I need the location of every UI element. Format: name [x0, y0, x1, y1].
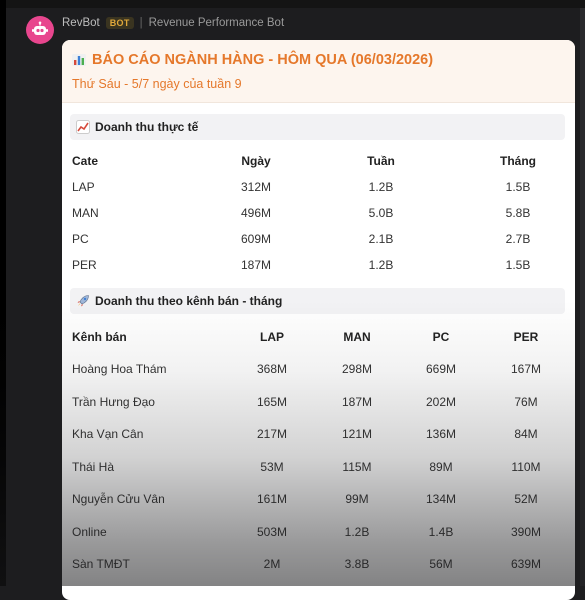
- table-cell: 312M: [240, 180, 272, 194]
- table-cell: 167M: [510, 362, 542, 376]
- bot-badge: BOT: [105, 17, 134, 29]
- table-cell: Hoàng Hoa Thám: [72, 362, 167, 376]
- table-cell: 503M: [256, 524, 288, 539]
- table-cell: 134M: [425, 492, 457, 506]
- table-cell: 1.2B: [344, 524, 370, 539]
- column-header: Ngày: [241, 154, 271, 168]
- table-row: LAP 312M 1.2B 1.5B: [62, 180, 575, 200]
- section-actual-revenue-header: Doanh thu thực tế: [70, 114, 565, 140]
- table-cell: MAN: [72, 206, 99, 220]
- scrollbar[interactable]: [580, 8, 585, 586]
- table-cell: 368M: [256, 362, 288, 376]
- table-cell: 52M: [514, 492, 538, 506]
- section-channel-revenue-header: Doanh thu theo kênh bán - tháng: [70, 288, 565, 314]
- table-cell: 99M: [345, 492, 369, 506]
- table-cell: LAP: [72, 180, 95, 194]
- bot-avatar[interactable]: [26, 16, 54, 44]
- report-title-text: BÁO CÁO NGÀNH HÀNG - HÔM QUA (06/03/2026…: [92, 52, 434, 68]
- table-cell: 89M: [429, 459, 453, 474]
- report-title: BÁO CÁO NGÀNH HÀNG - HÔM QUA (06/03/2026…: [72, 52, 433, 68]
- table-cell: 187M: [240, 258, 272, 272]
- section-channel-revenue-title: Doanh thu theo kênh bán - tháng: [95, 294, 283, 308]
- table-cell: 2.1B: [368, 232, 394, 246]
- bot-name[interactable]: RevBot: [62, 17, 100, 29]
- column-header: Cate: [72, 154, 99, 168]
- table-row: Thái Hà 53M 115M 89M 110M: [62, 460, 575, 480]
- header-separator: |: [139, 17, 143, 29]
- table-cell: Kha Vạn Cân: [72, 427, 144, 441]
- column-header: MAN: [343, 330, 371, 344]
- table-cell: 161M: [256, 492, 288, 506]
- table-header-row: Cate Ngày Tuần Tháng: [62, 154, 575, 174]
- table-cell: 121M: [341, 427, 373, 441]
- table-cell: 1.2B: [368, 258, 394, 272]
- table-cell: Trần Hưng Đạo: [72, 394, 155, 409]
- column-header: Tháng: [500, 154, 536, 168]
- table-cell: 217M: [256, 427, 288, 441]
- table-row: PER 187M 1.2B 1.5B: [62, 258, 575, 278]
- table-cell: 165M: [256, 394, 288, 409]
- table-row: Kha Vạn Cân 217M 121M 136M 84M: [62, 427, 575, 447]
- table-cell: Nguyễn Cửu Vân: [72, 492, 165, 506]
- table-cell: PC: [72, 232, 89, 246]
- bar-chart-icon: [72, 54, 86, 66]
- table-row: PC 609M 2.1B 2.7B: [62, 232, 575, 252]
- column-header: Kênh bán: [72, 330, 127, 344]
- table-cell: 390M: [510, 524, 542, 539]
- table-row: Trần Hưng Đạo 165M 187M 202M 76M: [62, 395, 575, 415]
- table-cell: Online: [72, 524, 107, 539]
- section-actual-revenue-title: Doanh thu thực tế: [95, 120, 199, 134]
- column-header: Tuần: [367, 154, 395, 168]
- table-cell: 136M: [425, 427, 457, 441]
- table-cell: Thái Hà: [72, 459, 115, 474]
- table-cell: 609M: [240, 232, 272, 246]
- chart-increasing-icon: [76, 120, 90, 134]
- table-cell: 202M: [425, 394, 457, 409]
- robot-icon: [32, 21, 48, 35]
- table-cell: 187M: [341, 394, 373, 409]
- report-card: BÁO CÁO NGÀNH HÀNG - HÔM QUA (06/03/2026…: [62, 40, 575, 600]
- table-cell: 76M: [514, 394, 538, 409]
- table-cell: 110M: [511, 459, 541, 474]
- table-cell: 2.7B: [505, 232, 531, 246]
- window-top-strip: [0, 0, 585, 8]
- report-subtitle: Thứ Sáu - 5/7 ngày của tuần 9: [72, 77, 242, 91]
- table-cell: 3.8B: [344, 557, 370, 571]
- message-header: RevBot BOT | Revenue Performance Bot: [62, 17, 284, 29]
- window-left-edge: [0, 0, 6, 586]
- table-cell: 669M: [425, 362, 457, 376]
- report-header: BÁO CÁO NGÀNH HÀNG - HÔM QUA (06/03/2026…: [62, 40, 575, 103]
- table-cell: 115M: [342, 459, 372, 474]
- table-cell: 1.5B: [505, 180, 531, 194]
- table-cell: 1.4B: [428, 524, 454, 539]
- rocket-icon: [77, 295, 89, 307]
- table-row: Hoàng Hoa Thám 368M 298M 669M 167M: [62, 362, 575, 382]
- table-cell: 1.5B: [505, 258, 531, 272]
- table-cell: Sàn TMĐT: [72, 557, 130, 571]
- table-row: Sàn TMĐT 2M 3.8B 56M 639M: [62, 557, 575, 577]
- table-cell: 2M: [263, 557, 281, 571]
- table-cell: 496M: [240, 206, 272, 220]
- table-cell: 56M: [429, 557, 453, 571]
- table-cell: 639M: [510, 557, 542, 571]
- table-cell: 5.8B: [505, 206, 531, 220]
- column-header: PER: [513, 330, 539, 344]
- table-row: MAN 496M 5.0B 5.8B: [62, 206, 575, 226]
- table-cell: 5.0B: [368, 206, 394, 220]
- column-header: PC: [432, 330, 450, 344]
- table-cell: PER: [72, 258, 97, 272]
- table-cell: 84M: [514, 427, 538, 441]
- bot-description: Revenue Performance Bot: [148, 17, 285, 29]
- column-header: LAP: [260, 330, 284, 344]
- table-cell: 53M: [260, 459, 284, 474]
- table-row: Online 503M 1.2B 1.4B 390M: [62, 525, 575, 545]
- table-header-row: Kênh bán LAP MAN PC PER: [62, 330, 575, 350]
- table-row: Nguyễn Cửu Vân 161M 99M 134M 52M: [62, 492, 575, 512]
- table-cell: 1.2B: [368, 180, 394, 194]
- table-cell: 298M: [341, 362, 373, 376]
